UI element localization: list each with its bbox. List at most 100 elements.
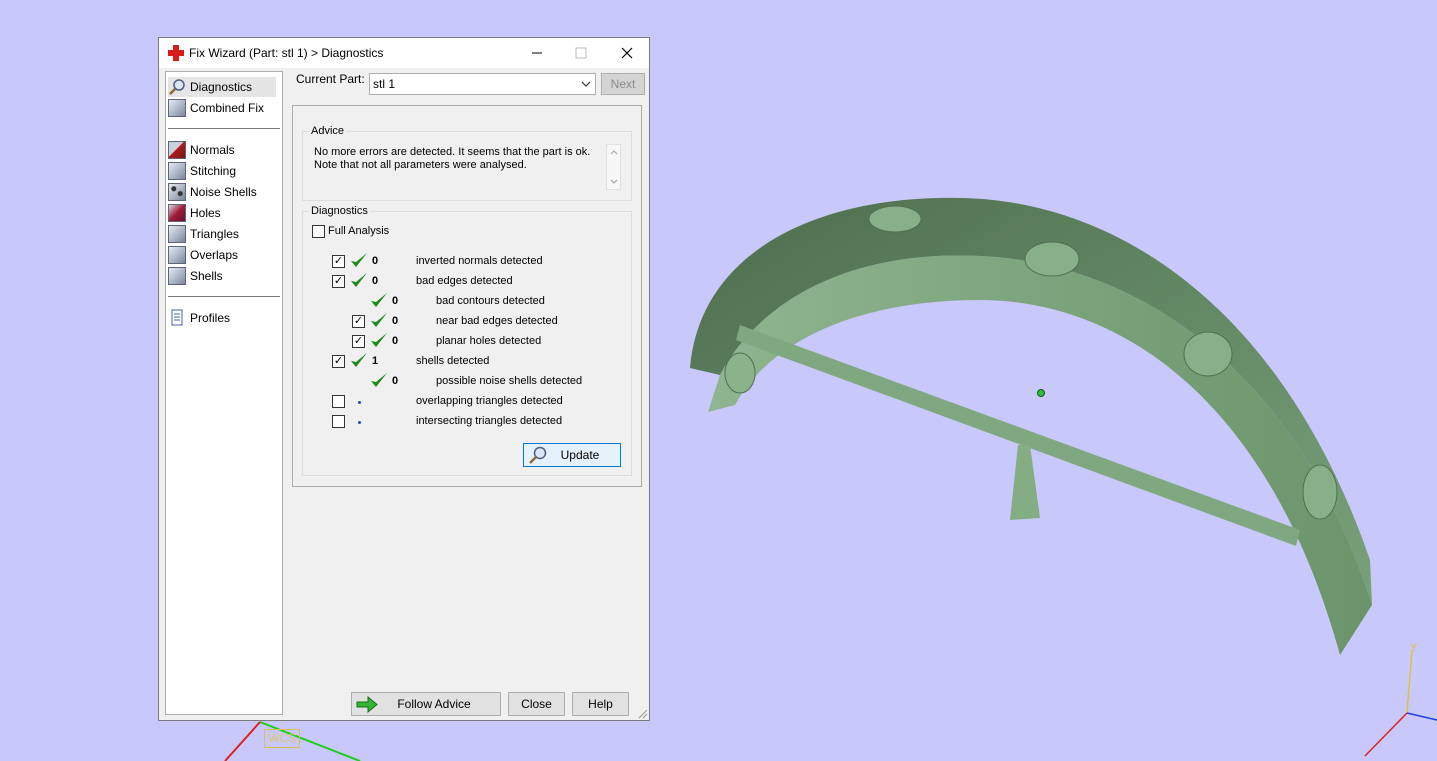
sidebar-divider (168, 128, 280, 129)
next-button-label: Next (610, 77, 636, 91)
triad-z-axis (1364, 712, 1408, 757)
planar-holes-count: 0 (392, 335, 399, 347)
planar-holes-label: planar holes detected (436, 335, 542, 347)
part-boss (1024, 241, 1080, 277)
help-button[interactable]: Help (572, 692, 629, 716)
advice-line-1: No more errors are detected. It seems th… (314, 146, 591, 158)
check-mark-icon (371, 313, 387, 327)
fix-wizard-window: Fix Wizard (Part: stl 1) > Diagnostics D… (158, 37, 650, 721)
follow-advice-label: Follow Advice (397, 697, 471, 711)
part-end-cap (724, 352, 756, 394)
sidebar-item-normals[interactable]: Normals (168, 140, 235, 160)
overlapping-triangles-label: overlapping triangles detected (416, 395, 563, 407)
bad-edges-count: 0 (372, 275, 379, 287)
sidebar-item-label: Holes (190, 206, 221, 220)
sidebar-item-triangles[interactable]: Triangles (168, 224, 239, 244)
holes-icon (168, 204, 186, 222)
advice-group-label: Advice (309, 125, 347, 137)
current-part-value: stl 1 (373, 77, 396, 91)
intersecting-triangles-checkbox[interactable] (332, 415, 345, 428)
not-analysed-dot-icon (358, 421, 361, 424)
minimize-icon (532, 52, 542, 54)
close-icon (621, 47, 633, 59)
part-stand (1010, 445, 1040, 520)
sidebar-item-label: Profiles (190, 311, 231, 325)
triad-x-axis (1406, 712, 1437, 721)
check-mark-icon (371, 293, 387, 307)
title-bar[interactable]: Fix Wizard (Part: stl 1) > Diagnostics (159, 38, 649, 68)
maximize-button[interactable] (559, 38, 603, 68)
wizard-sidebar: Diagnostics Combined Fix Normals Stitchi… (165, 71, 283, 715)
part-ring-face (708, 255, 1372, 655)
full-analysis-checkbox[interactable] (312, 225, 325, 238)
stitching-icon (168, 162, 186, 180)
check-mark-icon (371, 373, 387, 387)
advice-scrollbar[interactable] (606, 144, 621, 190)
advice-text: No more errors are detected. It seems th… (314, 146, 594, 172)
sidebar-item-holes[interactable]: Holes (168, 203, 221, 223)
sidebar-item-label: Diagnostics (190, 80, 253, 94)
resize-grip-icon[interactable] (637, 708, 648, 719)
part-boss (868, 205, 922, 233)
next-button[interactable]: Next (601, 73, 645, 95)
check-mark-icon (351, 253, 367, 267)
bad-contours-count: 0 (392, 295, 399, 307)
inverted-normals-label: inverted normals detected (416, 255, 543, 267)
shells-icon (168, 267, 186, 285)
shells-checkbox[interactable]: ✓ (332, 355, 345, 368)
bad-edges-label: bad edges detected (416, 275, 513, 287)
inverted-normals-checkbox[interactable]: ✓ (332, 255, 345, 268)
sidebar-item-overlaps[interactable]: Overlaps (168, 245, 238, 265)
minimize-button[interactable] (515, 38, 559, 68)
overlapping-triangles-checkbox[interactable] (332, 395, 345, 408)
not-analysed-dot-icon (358, 401, 361, 404)
magnifier-icon (529, 446, 547, 464)
update-button[interactable]: Update (523, 443, 621, 467)
follow-advice-button[interactable]: Follow Advice (351, 692, 501, 716)
current-part-label: Current Part: (296, 72, 365, 86)
sidebar-item-combined-fix[interactable]: Combined Fix (168, 98, 264, 118)
chevron-down-icon (581, 81, 591, 87)
inverted-normals-count: 0 (372, 255, 379, 267)
document-icon (171, 309, 183, 326)
noise-shells-label: possible noise shells detected (436, 375, 583, 387)
sidebar-item-shells[interactable]: Shells (168, 266, 223, 286)
advice-group: Advice No more errors are detected. It s… (302, 125, 632, 201)
bad-contours-label: bad contours detected (436, 295, 545, 307)
bad-edges-checkbox[interactable]: ✓ (332, 275, 345, 288)
sidebar-item-label: Noise Shells (190, 185, 257, 199)
sidebar-item-label: Shells (190, 269, 223, 283)
sidebar-item-noise-shells[interactable]: Noise Shells (168, 182, 257, 202)
current-part-select[interactable]: stl 1 (369, 73, 596, 95)
shells-label: shells detected (416, 355, 490, 367)
maximize-icon (575, 47, 587, 59)
advice-line-2: Note that not all parameters were analys… (314, 159, 527, 171)
sidebar-item-label: Stitching (190, 164, 237, 178)
sidebar-item-diagnostics[interactable]: Diagnostics (168, 77, 276, 97)
check-mark-icon (371, 333, 387, 347)
diagnostics-group: Diagnostics Full Analysis ✓ 0 inverted n… (302, 205, 632, 476)
close-button-label: Close (521, 697, 552, 711)
near-bad-edges-checkbox[interactable]: ✓ (352, 315, 365, 328)
update-button-label: Update (560, 448, 600, 462)
sidebar-item-label: Triangles (190, 227, 239, 241)
overlaps-icon (168, 246, 186, 264)
planar-holes-checkbox[interactable]: ✓ (352, 335, 365, 348)
magnifier-icon (169, 79, 185, 95)
near-bad-edges-count: 0 (392, 315, 399, 327)
scroll-down-icon (610, 179, 618, 184)
diagnostics-group-label: Diagnostics (309, 205, 370, 217)
check-mark-icon (351, 273, 367, 287)
sidebar-item-profiles[interactable]: Profiles (168, 308, 230, 328)
sidebar-item-label: Overlaps (190, 248, 239, 262)
part-boss (1302, 464, 1338, 520)
red-cross-icon (168, 45, 184, 61)
diagnostics-panel: Advice No more errors are detected. It s… (292, 105, 642, 487)
noise-shells-count: 0 (392, 375, 399, 387)
wcs-label: WCS (264, 729, 300, 748)
close-window-button[interactable] (605, 38, 649, 68)
sidebar-item-label: Combined Fix (190, 101, 265, 115)
shells-count: 1 (372, 355, 379, 367)
sidebar-item-stitching[interactable]: Stitching (168, 161, 236, 181)
close-button[interactable]: Close (508, 692, 565, 716)
